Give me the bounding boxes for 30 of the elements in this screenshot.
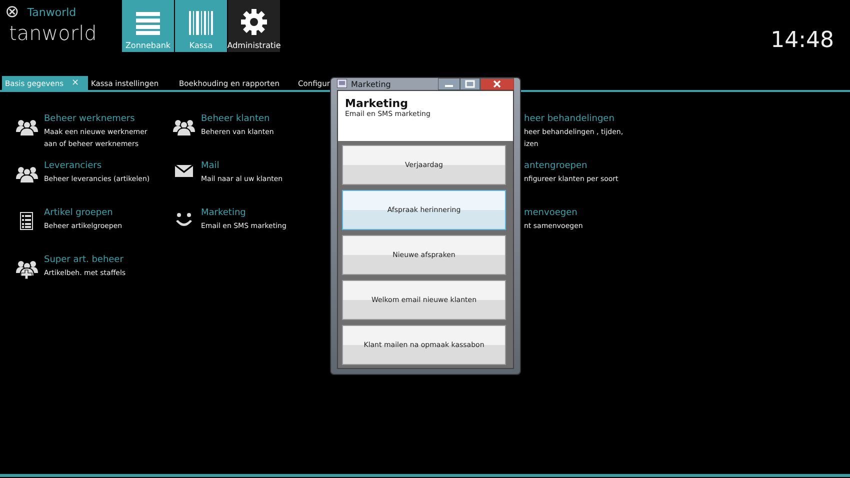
settings-icon	[241, 9, 267, 35]
item-title[interactable]: heer behandelingen	[524, 113, 624, 126]
window-title: Marketing	[351, 80, 391, 88]
envelope-icon	[174, 165, 192, 177]
item-title[interactable]: Super art. beheer	[44, 254, 126, 267]
window-icon	[337, 78, 347, 88]
page-title: tanworld	[9, 21, 98, 45]
clock: 14:48	[770, 28, 834, 53]
item-title[interactable]: Artikel groepen	[44, 207, 122, 220]
list-icon	[20, 212, 33, 230]
module-tile[interactable]: Administratie	[228, 0, 280, 52]
people-icon	[16, 165, 38, 183]
people-icon	[16, 118, 38, 136]
dialog-heading: Marketing	[345, 97, 410, 110]
menu-icon	[136, 11, 160, 35]
maximize-icon[interactable]	[460, 78, 480, 90]
item-title[interactable]: menvoegen	[524, 207, 583, 220]
close-icon[interactable]: ⊗	[5, 4, 20, 20]
item-title[interactable]: Beheer klanten	[201, 113, 274, 126]
item-title[interactable]: Beheer werknemers	[44, 113, 148, 126]
item-title[interactable]: antengroepen	[524, 160, 618, 173]
item-title[interactable]: Mail	[201, 160, 283, 173]
item-title[interactable]: Marketing	[201, 207, 286, 220]
app-name: Tanworld	[27, 6, 76, 18]
barcode-icon	[189, 11, 213, 35]
minimize-icon[interactable]	[438, 78, 460, 90]
people-icon	[172, 118, 194, 136]
people-icon	[16, 259, 38, 279]
close-icon[interactable]	[480, 78, 514, 90]
item-title[interactable]: Leveranciers	[44, 160, 150, 173]
